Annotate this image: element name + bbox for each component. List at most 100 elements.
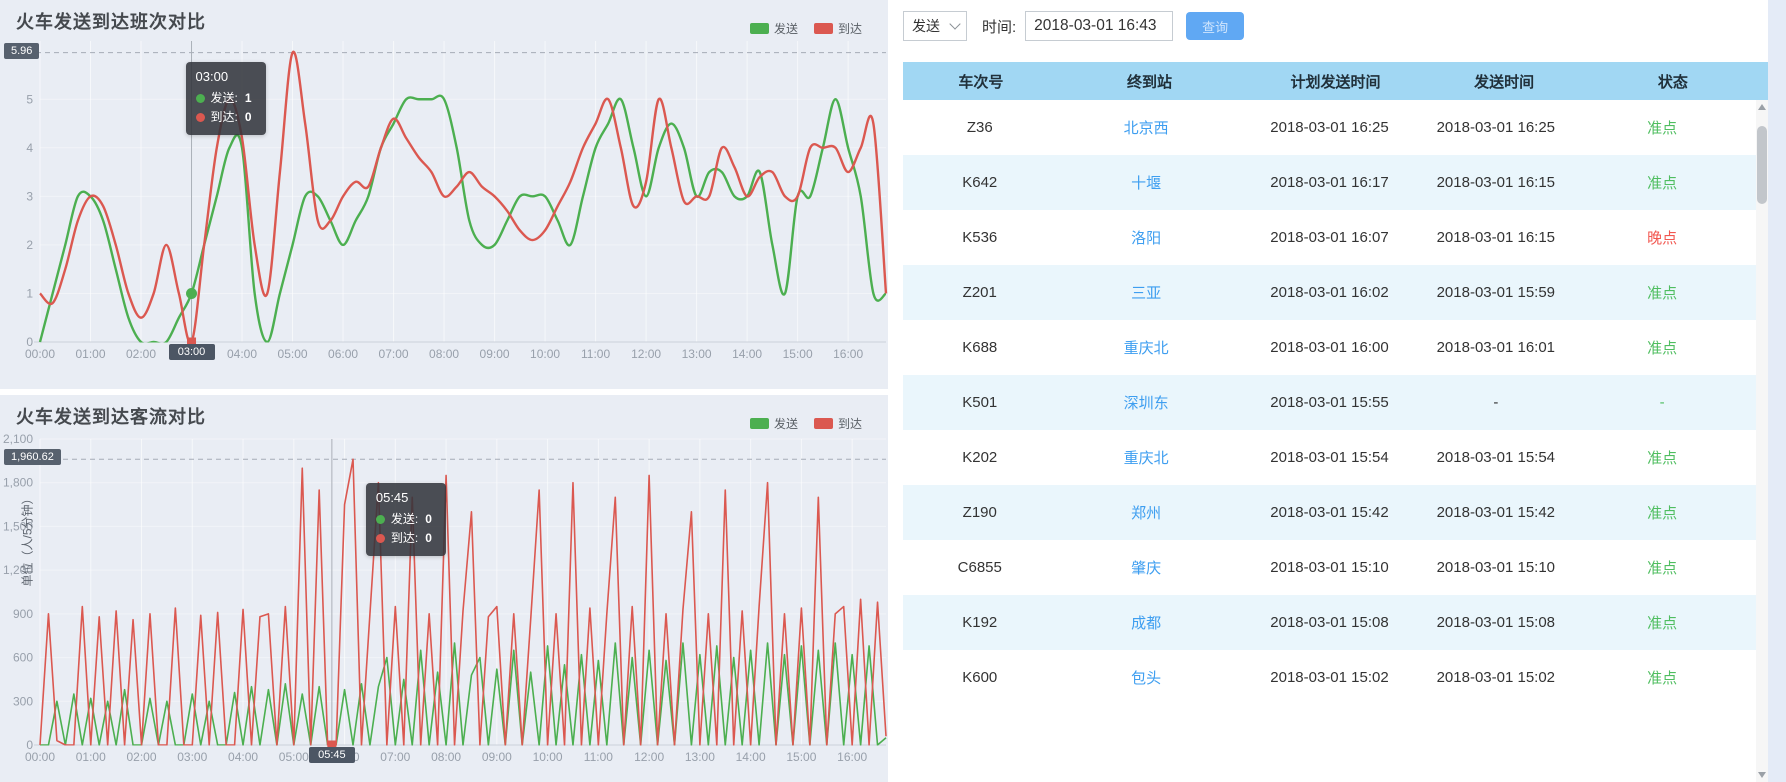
cell-terminal[interactable]: 肇庆 [1057,557,1236,578]
cell-departed: - [1423,394,1568,411]
svg-text:3: 3 [26,189,33,203]
legend-swatch-arrive-icon [814,23,833,34]
svg-text:00:00: 00:00 [25,347,55,361]
svg-text:07:00: 07:00 [379,347,409,361]
cell-planned: 2018-03-01 15:55 [1236,394,1424,411]
cell-planned: 2018-03-01 15:02 [1236,669,1424,686]
table-row: C6855肇庆2018-03-01 15:102018-03-01 15:10准… [903,540,1756,595]
cell-status: 准点 [1568,172,1756,193]
svg-text:13:00: 13:00 [685,750,715,764]
svg-text:14:00: 14:00 [736,750,766,764]
legend-item-arrive[interactable]: 到达 [814,415,862,432]
table-row: K192成都2018-03-01 15:082018-03-01 15:08准点 [903,595,1756,650]
svg-text:09:00: 09:00 [480,347,510,361]
svg-text:08:00: 08:00 [429,347,459,361]
cell-status: 准点 [1568,502,1756,523]
cell-departed: 2018-03-01 16:15 [1423,229,1568,246]
cell-departed: 2018-03-01 15:54 [1423,449,1568,466]
header-cell-3: 发送时间 [1431,71,1578,92]
markline-max-badge: 1,960.62 [4,449,61,465]
svg-text:2: 2 [26,238,33,252]
cell-terminal[interactable]: 包头 [1057,667,1236,688]
legend-item-send[interactable]: 发送 [750,415,798,432]
cell-status: 晚点 [1568,227,1756,248]
svg-text:02:00: 02:00 [127,750,157,764]
scroll-down-icon[interactable] [1758,772,1766,778]
cell-terminal[interactable]: 洛阳 [1057,227,1236,248]
chart-canvas-trips[interactable]: 00:0001:0002:0003:0004:0005:0006:0007:00… [0,0,888,389]
cell-terminal[interactable]: 北京西 [1057,117,1236,138]
cell-departed: 2018-03-01 16:25 [1423,119,1568,136]
cell-planned: 2018-03-01 16:02 [1236,284,1424,301]
table-row: K202重庆北2018-03-01 15:542018-03-01 15:54准… [903,430,1756,485]
cell-planned: 2018-03-01 15:08 [1236,614,1424,631]
table-row: K536洛阳2018-03-01 16:072018-03-01 16:15晚点 [903,210,1756,265]
svg-text:900: 900 [13,607,33,621]
cell-departed: 2018-03-01 15:02 [1423,669,1568,686]
cell-terminal[interactable]: 成都 [1057,612,1236,633]
svg-text:0: 0 [26,738,33,752]
time-input[interactable] [1025,11,1173,41]
table-header-row: 车次号终到站计划发送时间发送时间状态 [903,62,1768,100]
svg-text:12:00: 12:00 [634,750,664,764]
query-button[interactable]: 查询 [1186,12,1244,40]
cell-train_no: K642 [903,174,1057,191]
cell-departed: 2018-03-01 16:01 [1423,339,1568,356]
mode-select-value: 发送 [912,16,940,36]
header-cell-2: 计划发送时间 [1240,71,1430,92]
cell-departed: 2018-03-01 15:08 [1423,614,1568,631]
cell-terminal[interactable]: 郑州 [1057,502,1236,523]
svg-text:16:00: 16:00 [837,750,867,764]
legend-item-send[interactable]: 发送 [750,20,798,37]
mode-select[interactable]: 发送 [903,11,967,41]
chart-title-trips: 火车发送到达班次对比 [16,8,206,34]
markline-max-badge: 5.96 [4,43,39,59]
chart-panel-passenger-flow: 火车发送到达客流对比 发送 到达 单位（人/5分钟） 00:0001:0002:… [0,395,888,782]
svg-text:4: 4 [26,141,33,155]
cell-terminal[interactable]: 重庆北 [1057,337,1236,358]
header-cell-4: 状态 [1578,71,1768,92]
svg-text:0: 0 [26,335,33,349]
svg-text:5: 5 [26,92,33,106]
cell-status: 准点 [1568,117,1756,138]
legend-item-arrive[interactable]: 到达 [814,20,862,37]
scroll-up-icon[interactable] [1758,104,1766,110]
query-bar: 发送 时间: 查询 [903,10,1244,42]
svg-text:00:00: 00:00 [25,750,55,764]
cell-departed: 2018-03-01 16:15 [1423,174,1568,191]
svg-text:12:00: 12:00 [631,347,661,361]
axis-pointer-badge: 05:45 [309,747,355,763]
table-row: K501深圳东2018-03-01 15:55-- [903,375,1756,430]
cell-planned: 2018-03-01 15:42 [1236,504,1424,521]
cell-planned: 2018-03-01 16:17 [1236,174,1424,191]
cell-train_no: K202 [903,449,1057,466]
scrollbar-thumb[interactable] [1757,126,1767,204]
cell-train_no: K536 [903,229,1057,246]
table-row: Z201三亚2018-03-01 16:022018-03-01 15:59准点 [903,265,1756,320]
cell-planned: 2018-03-01 15:54 [1236,449,1424,466]
cell-train_no: Z190 [903,504,1057,521]
cell-status: 准点 [1568,282,1756,303]
svg-text:10:00: 10:00 [530,347,560,361]
legend-swatch-send-icon [750,23,769,34]
cell-terminal[interactable]: 重庆北 [1057,447,1236,468]
table-row: K642十堰2018-03-01 16:172018-03-01 16:15准点 [903,155,1756,210]
svg-text:08:00: 08:00 [431,750,461,764]
svg-text:13:00: 13:00 [682,347,712,361]
svg-text:01:00: 01:00 [76,750,106,764]
svg-text:09:00: 09:00 [482,750,512,764]
cell-terminal[interactable]: 十堰 [1057,172,1236,193]
cell-terminal[interactable]: 三亚 [1057,282,1236,303]
chart-svg: 00:0001:0002:0003:0004:0005:0006:0007:00… [0,0,888,389]
chart-canvas-passenger-flow[interactable]: 00:0001:0002:0003:0004:0005:0006:0007:00… [0,395,888,782]
cell-terminal[interactable]: 深圳东 [1057,392,1236,413]
svg-text:10:00: 10:00 [533,750,563,764]
svg-text:05:00: 05:00 [278,347,308,361]
svg-text:04:00: 04:00 [228,750,258,764]
svg-text:01:00: 01:00 [75,347,105,361]
table-row: Z36北京西2018-03-01 16:252018-03-01 16:25准点 [903,100,1756,155]
y-axis-name: 单位（人/5分钟） [19,475,36,605]
svg-text:11:00: 11:00 [584,750,613,764]
svg-text:15:00: 15:00 [786,750,816,764]
svg-text:11:00: 11:00 [581,347,610,361]
